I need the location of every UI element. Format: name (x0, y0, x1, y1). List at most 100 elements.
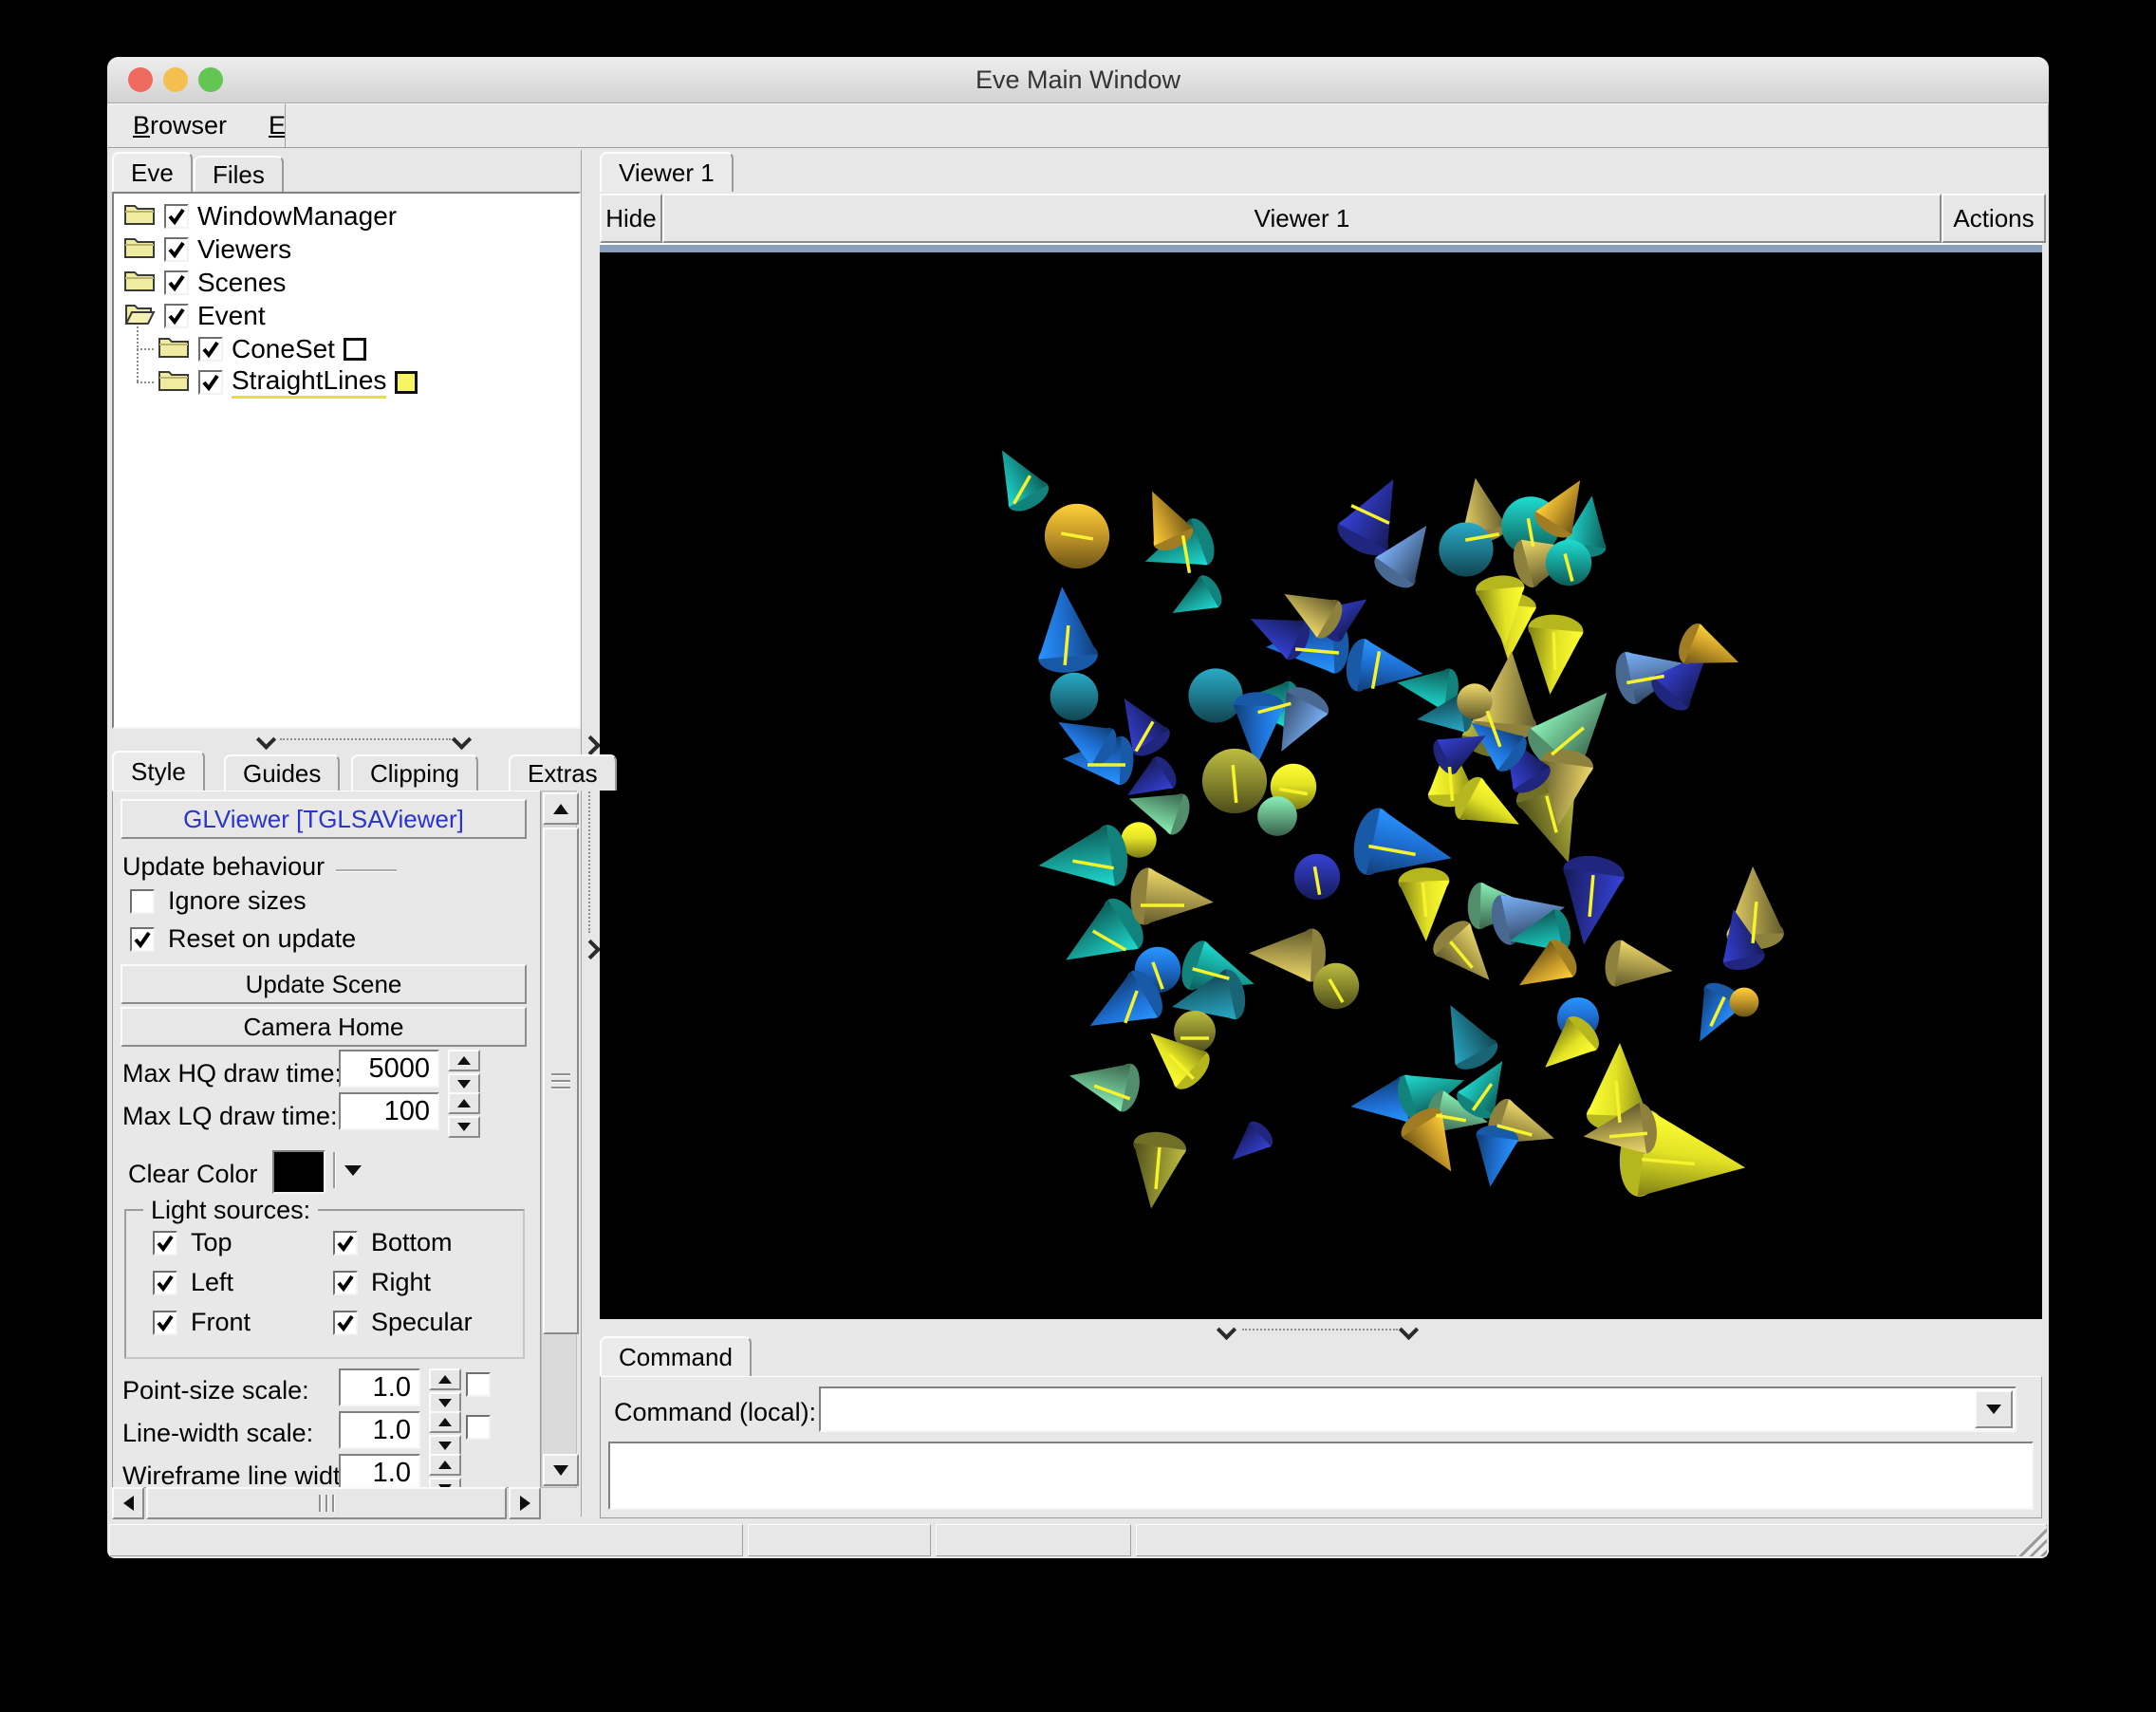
tree-item-straightlines[interactable]: StraightLines (158, 365, 418, 399)
tab-viewer-1[interactable]: Viewer 1 (600, 152, 734, 192)
light-left[interactable]: Left (153, 1268, 233, 1297)
checkbox-checked[interactable] (333, 1231, 358, 1256)
light-specular[interactable]: Specular (333, 1308, 473, 1337)
checkbox-checked[interactable] (164, 270, 189, 295)
tab-extras[interactable]: Extras (509, 754, 617, 791)
checkbox-unchecked[interactable] (466, 1372, 491, 1397)
style-horizontal-scrollbar[interactable] (112, 1488, 541, 1518)
scale-input[interactable]: 1.0 (339, 1454, 420, 1488)
chevron-down-icon (1986, 1405, 2001, 1414)
scale-spinner[interactable] (429, 1454, 461, 1488)
update-scene-button[interactable]: Update Scene (121, 964, 527, 1004)
menu-item-browser[interactable]: Browser (133, 111, 227, 140)
checkbox-checked[interactable] (164, 204, 189, 229)
checkbox-checked[interactable] (333, 1311, 358, 1335)
menu-bar-fill (285, 103, 2049, 148)
collapse-down-icon[interactable] (452, 730, 472, 750)
scroll-up-button[interactable] (543, 792, 579, 825)
tab-style[interactable]: Style (112, 751, 205, 791)
glviewer-label: GLViewer [TGLSAViewer] (183, 805, 464, 834)
screen-background: Eve Main Window Browser Eve WindowManager… (0, 0, 2156, 1712)
main-splitter[interactable] (581, 150, 599, 1517)
checkbox-row-ignore-sizes[interactable]: Ignore sizes (130, 886, 307, 916)
clear-color-dropdown-icon[interactable] (344, 1165, 362, 1176)
scrollbar-thumb[interactable] (543, 828, 579, 1334)
scale-input[interactable]: 1.0 (339, 1411, 420, 1449)
tab-command[interactable]: Command (600, 1336, 752, 1376)
collapse-left-icon[interactable] (581, 735, 601, 755)
title-bar[interactable]: Eve Main Window (107, 57, 2049, 103)
splitter-dots (1242, 1329, 1398, 1331)
viewer-title-bar[interactable]: Viewer 1 (662, 194, 1942, 243)
tab-eve[interactable]: Eve (112, 152, 193, 192)
tree-item-label: ConeSet (232, 334, 335, 364)
command-input[interactable] (819, 1386, 2017, 1432)
max-hq-spinner[interactable] (448, 1050, 480, 1095)
actions-button[interactable]: Actions (1942, 194, 2046, 243)
gl-viewport[interactable] (600, 252, 2042, 1319)
checkbox-checked[interactable] (153, 1311, 177, 1335)
status-segment (748, 1524, 931, 1556)
checkbox-checked[interactable] (333, 1271, 358, 1295)
tree-item-scenes[interactable]: Scenes (123, 266, 286, 299)
checkbox-unchecked[interactable] (466, 1415, 491, 1440)
hide-button[interactable]: Hide (600, 194, 662, 243)
light-label: Front (191, 1308, 251, 1337)
collapse-right-icon[interactable] (581, 940, 601, 959)
checkbox-checked[interactable] (153, 1231, 177, 1256)
max-lq-input[interactable]: 100 (339, 1092, 439, 1130)
camera-home-button[interactable]: Camera Home (121, 1007, 527, 1047)
collapse-down-icon[interactable] (1399, 1320, 1419, 1340)
light-front[interactable]: Front (153, 1308, 251, 1337)
cone (1221, 1117, 1277, 1171)
viewer-title: Viewer 1 (1255, 204, 1350, 233)
scroll-right-button[interactable] (509, 1487, 541, 1519)
checkbox-checked[interactable] (130, 927, 155, 952)
command-local-label: Command (local): (614, 1398, 816, 1427)
tab-files[interactable]: Files (194, 156, 284, 192)
scrollbar-thumb[interactable] (146, 1487, 507, 1519)
max-hq-input[interactable]: 5000 (339, 1050, 439, 1088)
status-segment (936, 1524, 1131, 1556)
color-swatch[interactable] (344, 338, 366, 361)
tree-item-event[interactable]: Event (123, 299, 266, 332)
cone (1065, 1051, 1144, 1114)
checkbox-unchecked[interactable] (130, 889, 155, 914)
collapse-up-icon[interactable] (256, 730, 276, 750)
command-output[interactable] (608, 1442, 2034, 1510)
max-lq-spinner[interactable] (448, 1092, 480, 1138)
scale-spinner[interactable] (429, 1368, 461, 1414)
checkbox-checked[interactable] (198, 370, 223, 395)
spin-down-icon[interactable] (448, 1116, 480, 1138)
tree-item-label: Viewers (197, 234, 291, 265)
scale-input[interactable]: 1.0 (339, 1368, 420, 1406)
tree-item-windowmanager[interactable]: WindowManager (123, 199, 397, 233)
checkbox-checked[interactable] (164, 304, 189, 328)
checkbox-checked[interactable] (153, 1271, 177, 1295)
tree-item-viewers[interactable]: Viewers (123, 233, 291, 266)
scale-spinner[interactable] (429, 1411, 461, 1457)
collapse-up-icon[interactable] (1217, 1320, 1236, 1340)
light-top[interactable]: Top (153, 1228, 232, 1257)
style-vertical-scrollbar[interactable] (541, 791, 577, 1488)
command-dropdown-button[interactable] (1975, 1390, 2013, 1428)
spin-up-icon[interactable] (448, 1092, 480, 1114)
light-label: Specular (371, 1308, 473, 1337)
checkbox-row-reset-on-update[interactable]: Reset on update (130, 924, 356, 954)
color-swatch[interactable] (395, 371, 418, 394)
light-right[interactable]: Right (333, 1268, 431, 1297)
left-splitter[interactable] (126, 731, 572, 748)
scroll-down-button[interactable] (543, 1454, 579, 1486)
scroll-left-button[interactable] (112, 1487, 144, 1519)
cone-facing-viewer (1439, 522, 1493, 576)
tab-clipping[interactable]: Clipping (351, 754, 478, 791)
light-bottom[interactable]: Bottom (333, 1228, 453, 1257)
checkbox-checked[interactable] (164, 237, 189, 262)
tree-item-coneset[interactable]: ConeSet (158, 332, 366, 365)
glviewer-button[interactable]: GLViewer [TGLSAViewer] (121, 799, 527, 839)
checkbox-checked[interactable] (198, 337, 223, 362)
command-panel: Command (local): (600, 1376, 2042, 1518)
tab-guides[interactable]: Guides (224, 754, 340, 791)
clear-color-swatch[interactable] (272, 1150, 325, 1194)
spin-up-icon[interactable] (448, 1050, 480, 1071)
